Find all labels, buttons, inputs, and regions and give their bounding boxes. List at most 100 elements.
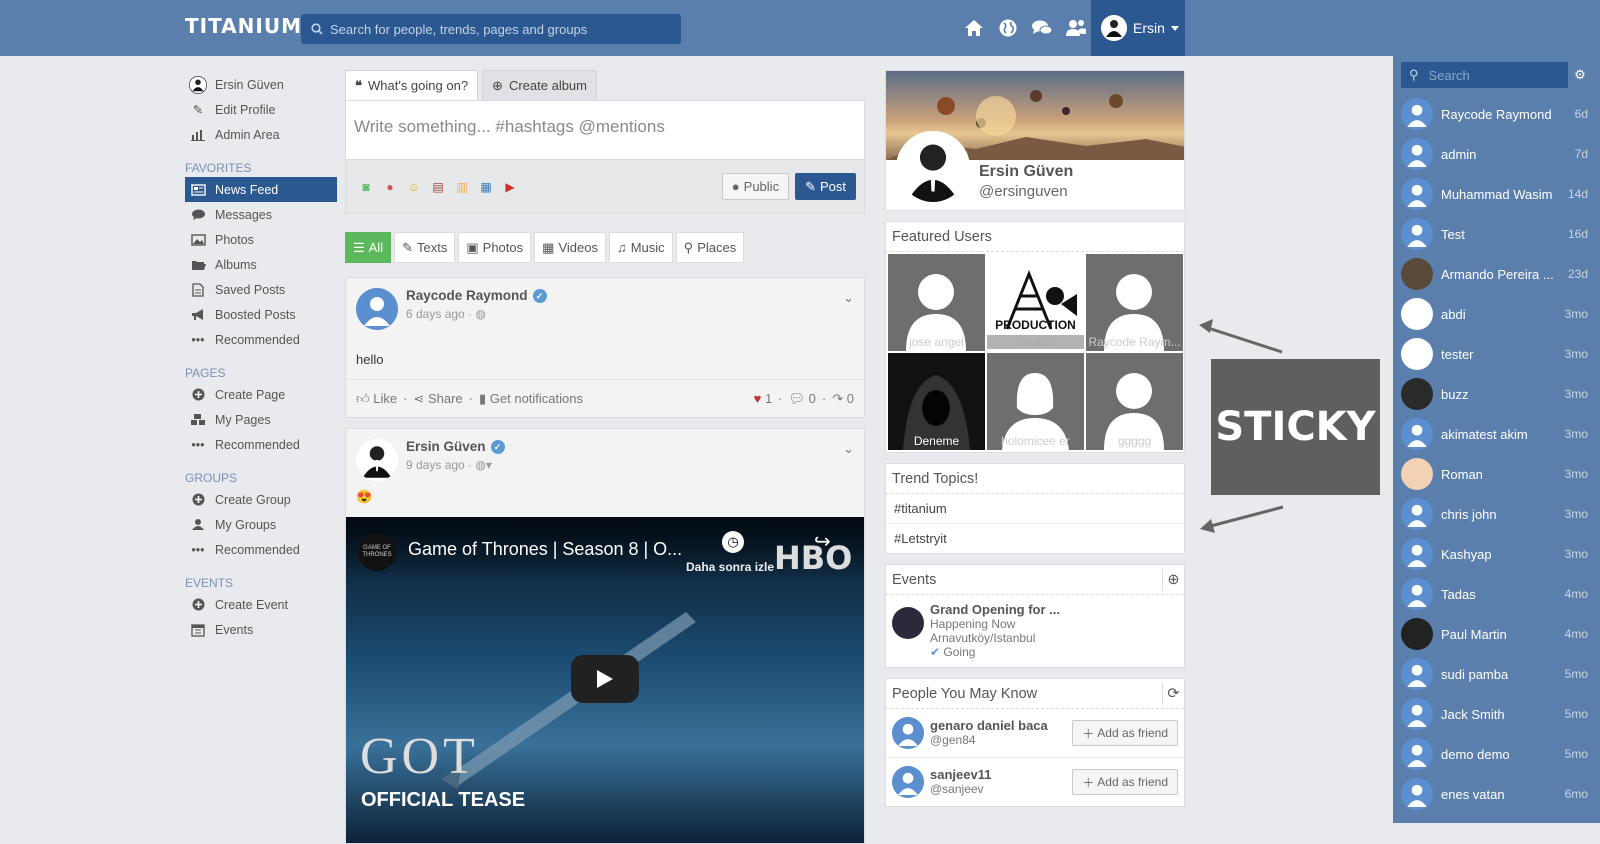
- admin-area-link[interactable]: Admin Area: [185, 122, 337, 147]
- chat-contact[interactable]: Armando Pereira ... 23d: [1393, 254, 1600, 294]
- map-marker-icon[interactable]: ●: [382, 179, 398, 195]
- nav-news-feed[interactable]: News Feed: [185, 177, 337, 202]
- chat-contact[interactable]: Tadas 4mo: [1393, 574, 1600, 614]
- suggestion-name[interactable]: sanjeev11: [930, 767, 1066, 782]
- chat-contact[interactable]: Jack Smith 5mo: [1393, 694, 1600, 734]
- chevron-down-icon[interactable]: ⌄: [843, 290, 854, 306]
- like-button[interactable]: 👍︎ Like: [356, 391, 397, 407]
- file-audio-icon[interactable]: ▥: [454, 179, 470, 195]
- globe-icon[interactable]: [996, 16, 1020, 40]
- featured-user[interactable]: Raycode Raym...: [1086, 254, 1183, 351]
- avatar[interactable]: [356, 288, 398, 330]
- filter-places[interactable]: ⚲ Places: [675, 232, 745, 263]
- chat-contact[interactable]: Paul Martin 4mo: [1393, 614, 1600, 654]
- featured-user[interactable]: jose angel: [888, 254, 985, 351]
- chat-contact[interactable]: chris john 3mo: [1393, 494, 1600, 534]
- filter-texts[interactable]: ✎ Texts: [394, 232, 456, 263]
- share-button[interactable]: ⋖ Share: [413, 391, 462, 407]
- likes-count[interactable]: ♥ 1: [754, 391, 773, 406]
- featured-user[interactable]: Deneme: [888, 353, 985, 450]
- play-button[interactable]: [571, 655, 639, 703]
- filter-videos[interactable]: ▦ Videos: [534, 232, 606, 263]
- trend-link[interactable]: #titanium: [886, 494, 1184, 524]
- avatar[interactable]: [356, 439, 398, 481]
- nav-groups-recommended[interactable]: ••• Recommended: [185, 537, 337, 562]
- nav-pages-recommended[interactable]: ••• Recommended: [185, 432, 337, 457]
- filter-photos[interactable]: ▣ Photos: [458, 232, 532, 263]
- chat-contact[interactable]: admin 7d: [1393, 134, 1600, 174]
- file-text-icon[interactable]: ▤: [430, 179, 446, 195]
- add-event-icon[interactable]: ⊕: [1162, 568, 1184, 591]
- avatar[interactable]: [892, 717, 924, 749]
- add-friend-button[interactable]: ＋ Add as friend: [1072, 769, 1178, 795]
- logo[interactable]: TITANIUM: [185, 14, 302, 38]
- edit-profile-link[interactable]: ✎ Edit Profile: [185, 97, 337, 122]
- featured-user[interactable]: ggggg: [1086, 353, 1183, 450]
- nav-albums[interactable]: Albums: [185, 252, 337, 277]
- nav-create-group[interactable]: Create Group: [185, 487, 337, 512]
- profile-link[interactable]: Ersin Güven: [185, 72, 337, 97]
- youtube-icon[interactable]: ▶: [502, 179, 518, 195]
- post-composer-input[interactable]: Write something... #hashtags @mentions: [345, 100, 865, 160]
- chat-contact[interactable]: enes vatan 6mo: [1393, 774, 1600, 814]
- global-search[interactable]: Search for people, trends, pages and gro…: [301, 14, 681, 44]
- home-icon[interactable]: [962, 16, 986, 40]
- chat-contact[interactable]: tester 3mo: [1393, 334, 1600, 374]
- nav-messages[interactable]: Messages: [185, 202, 337, 227]
- gear-icon[interactable]: ⚙: [1568, 62, 1592, 88]
- shares-count[interactable]: ↷ 0: [832, 391, 854, 407]
- chat-contact[interactable]: sudi pamba 5mo: [1393, 654, 1600, 694]
- nav-my-groups[interactable]: My Groups: [185, 512, 337, 537]
- event-thumbnail[interactable]: [892, 607, 924, 639]
- nav-events[interactable]: Events: [185, 617, 337, 642]
- user-menu-button[interactable]: Ersin: [1091, 0, 1185, 56]
- avatar[interactable]: [892, 766, 924, 798]
- refresh-icon[interactable]: ⟳: [1162, 682, 1184, 705]
- featured-user[interactable]: PRODUCTION sssddd: [987, 254, 1084, 351]
- event-name[interactable]: Grand Opening for ...: [930, 603, 1060, 617]
- featured-user[interactable]: holomicee er: [987, 353, 1084, 450]
- nav-my-pages[interactable]: My Pages: [185, 407, 337, 432]
- nav-create-page[interactable]: Create Page: [185, 382, 337, 407]
- video-embed[interactable]: GAME OF THRONES Game of Thrones | Season…: [346, 517, 864, 843]
- chat-search-input[interactable]: ⚲ Search ⚙: [1401, 62, 1592, 88]
- messages-icon[interactable]: [1030, 16, 1054, 40]
- friend-requests-icon[interactable]: [1064, 16, 1088, 40]
- file-video-icon[interactable]: ▦: [478, 179, 494, 195]
- tab-status[interactable]: ❝ What's going on?: [345, 70, 479, 100]
- nav-boosted-posts[interactable]: Boosted Posts: [185, 302, 337, 327]
- tab-create-album[interactable]: ⊕ Create album: [482, 70, 597, 100]
- post-time[interactable]: 9 days ago: [406, 458, 465, 472]
- suggestion-name[interactable]: genaro daniel baca: [930, 718, 1066, 733]
- chat-contact[interactable]: Test 16d: [1393, 214, 1600, 254]
- event-going[interactable]: ✔ Going: [930, 645, 1060, 659]
- privacy-public-button[interactable]: ● Public: [721, 173, 790, 200]
- chat-contact[interactable]: Muhammad Wasim 14d: [1393, 174, 1600, 214]
- post-author[interactable]: Raycode Raymond: [406, 288, 528, 303]
- nav-photos[interactable]: Photos: [185, 227, 337, 252]
- smile-icon[interactable]: ☺: [406, 179, 422, 195]
- profile-name[interactable]: Ersin Güven: [979, 163, 1073, 181]
- profile-avatar[interactable]: [896, 131, 970, 205]
- chat-contact[interactable]: buzz 3mo: [1393, 374, 1600, 414]
- post-author[interactable]: Ersin Güven: [406, 439, 486, 454]
- nav-saved-posts[interactable]: Saved Posts: [185, 277, 337, 302]
- comments-count[interactable]: 💬︎ 0: [789, 391, 816, 407]
- chat-contact[interactable]: Kashyap 3mo: [1393, 534, 1600, 574]
- notifications-button[interactable]: ▮ Get notifications: [479, 391, 583, 407]
- filter-all[interactable]: ☰ All: [345, 232, 392, 263]
- camera-icon[interactable]: ◙: [358, 179, 374, 195]
- nav-create-event[interactable]: Create Event: [185, 592, 337, 617]
- filter-music[interactable]: ♫ Music: [608, 232, 673, 263]
- nav-recommended[interactable]: ••• Recommended: [185, 327, 337, 352]
- caret-down-icon[interactable]: ▾: [486, 458, 492, 472]
- add-friend-button[interactable]: ＋ Add as friend: [1072, 720, 1178, 746]
- chevron-down-icon[interactable]: ⌄: [843, 441, 854, 457]
- post-button[interactable]: ✎ Post: [795, 173, 856, 200]
- chat-contact[interactable]: akimatest akim 3mo: [1393, 414, 1600, 454]
- post-time[interactable]: 6 days ago: [406, 307, 465, 321]
- chat-contact[interactable]: Raycode Raymond 6d: [1393, 94, 1600, 134]
- chat-contact[interactable]: Roman 3mo: [1393, 454, 1600, 494]
- chat-contact[interactable]: abdi 3mo: [1393, 294, 1600, 334]
- chat-contact[interactable]: demo demo 5mo: [1393, 734, 1600, 774]
